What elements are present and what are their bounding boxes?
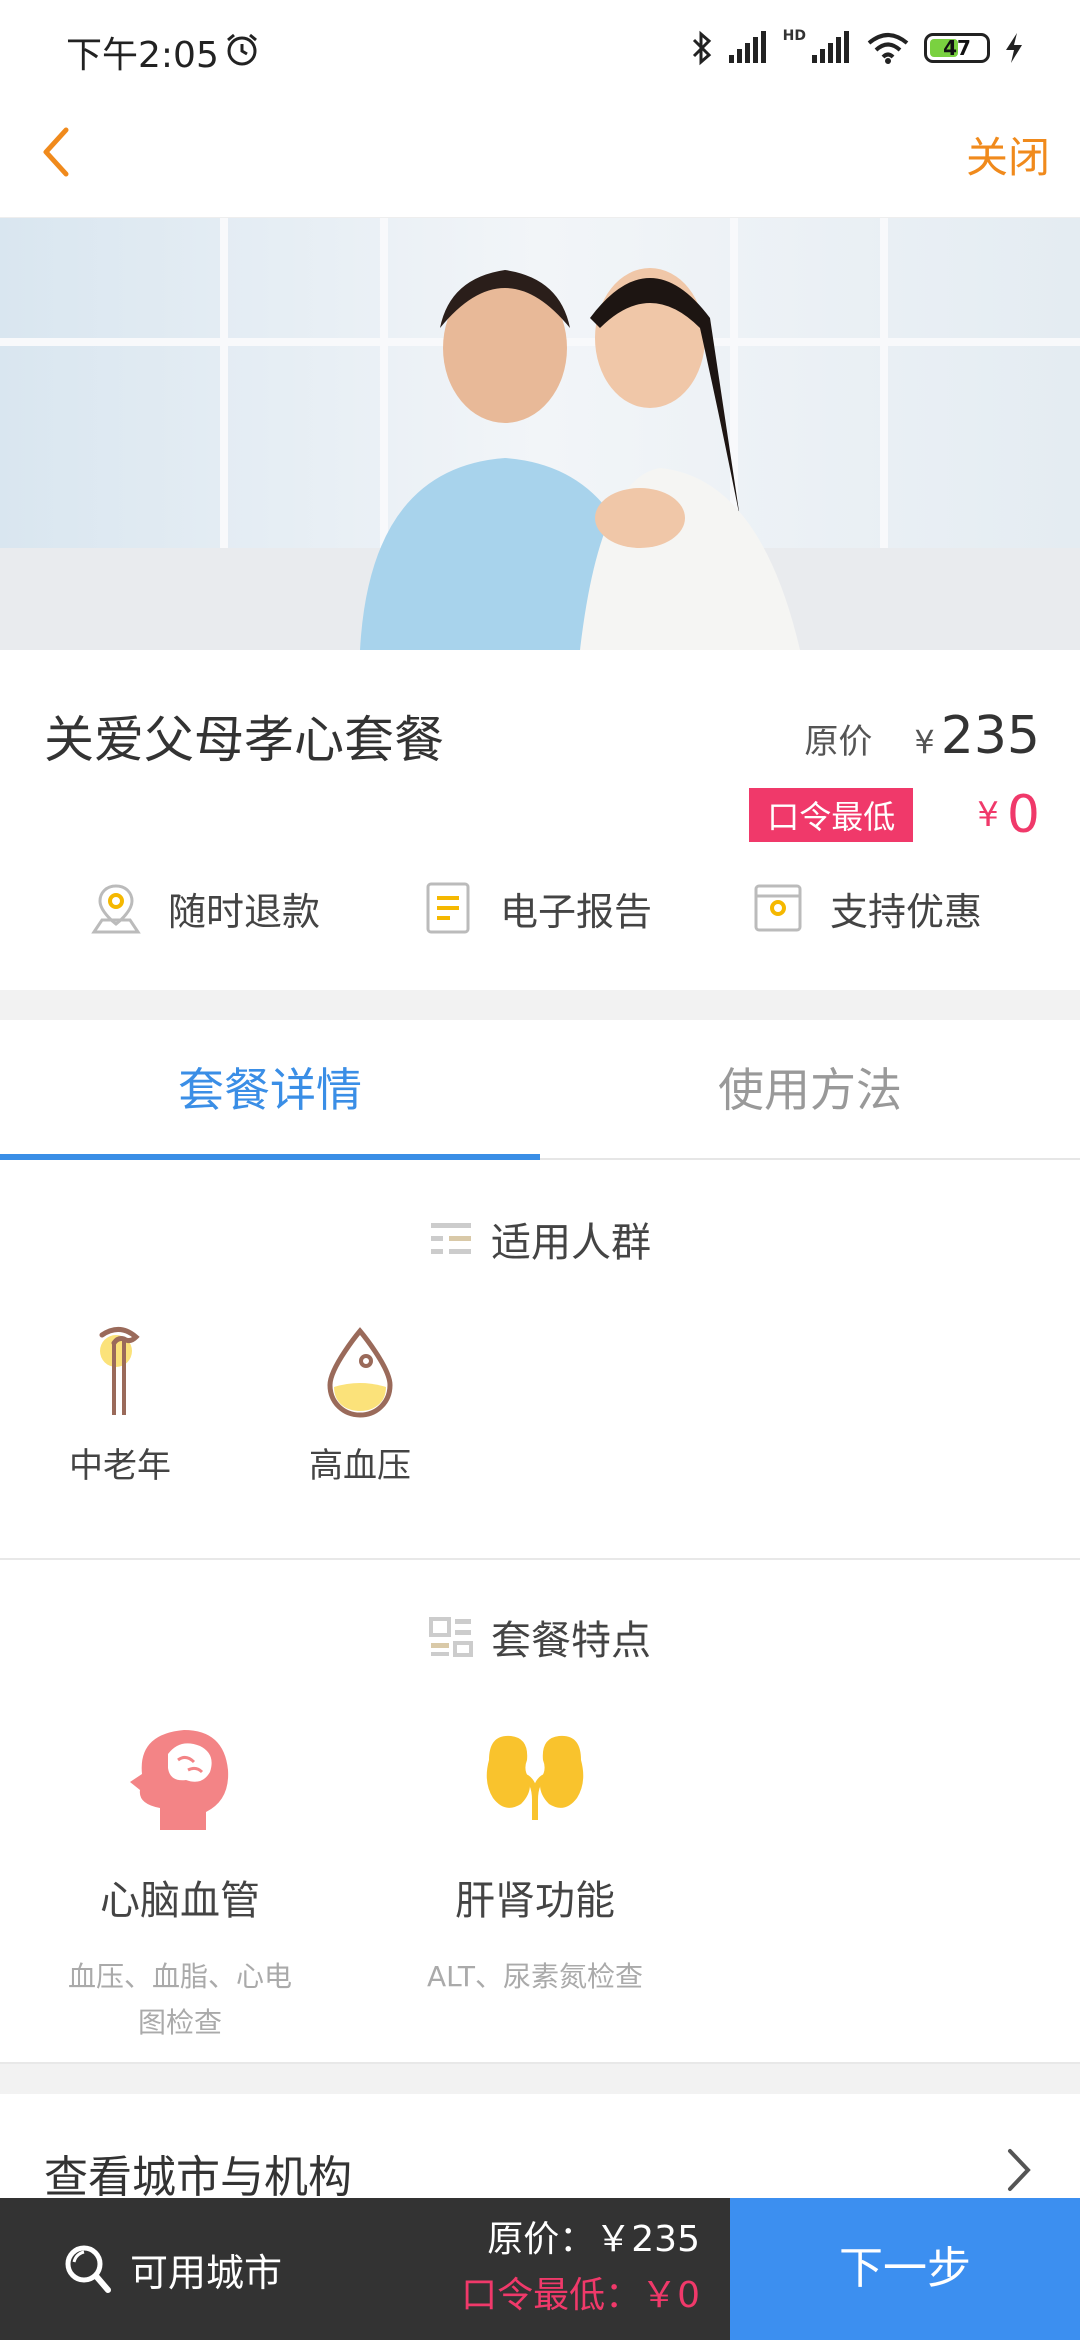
location-refund-icon xyxy=(91,884,141,934)
crowd-item-elderly: 中老年 xyxy=(40,1325,200,1487)
status-time: 下午2:05 xyxy=(66,35,219,76)
nav-bar: 关闭 xyxy=(0,96,1080,218)
bottom-promo-price: 口令最低：￥0 xyxy=(461,2275,700,2316)
battery-icon: 47 xyxy=(924,33,990,63)
banner-image xyxy=(0,218,1080,650)
head-brain-icon xyxy=(130,1730,229,1830)
trait-description: 血压、血脂、心电图检查 xyxy=(67,1960,292,2039)
feature-report: 电子报告 xyxy=(420,880,652,936)
tab-package-details[interactable]: 套餐详情 xyxy=(0,1020,540,1160)
blood-drop-icon xyxy=(327,1327,393,1418)
view-cities-label: 查看城市与机构 xyxy=(44,2152,352,2203)
crowd-label: 高血压 xyxy=(309,1446,411,1486)
back-arrow-icon[interactable] xyxy=(36,122,76,182)
search-icon xyxy=(65,2245,111,2293)
tab-active-indicator xyxy=(0,1154,540,1160)
currency-symbol: ¥ xyxy=(914,723,935,761)
section-divider xyxy=(0,990,1080,1020)
available-cities-label: 可用城市 xyxy=(130,2251,283,2295)
report-document-icon xyxy=(426,882,470,934)
crowd-section-header: 适用人群 xyxy=(0,1210,1080,1268)
signal-hd-icon xyxy=(812,31,849,63)
signal-icon xyxy=(728,31,766,63)
banner-photo-mother-daughter xyxy=(0,218,1080,650)
original-price-label: 原价 xyxy=(804,722,873,762)
trait-title: 心脑血管 xyxy=(100,1878,260,1924)
feature-label: 电子报告 xyxy=(500,889,653,934)
section-separator xyxy=(0,1558,1080,1560)
cane-icon xyxy=(99,1327,140,1415)
status-bar: 下午2:05 HD 47 xyxy=(0,0,1080,96)
list-icon xyxy=(431,1223,471,1254)
coupon-icon xyxy=(754,884,802,932)
crowd-label: 中老年 xyxy=(69,1446,171,1486)
close-button[interactable]: 关闭 xyxy=(966,124,1050,185)
status-icons: HD 47 xyxy=(691,26,1024,70)
crowd-section-title: 适用人群 xyxy=(491,1220,651,1266)
trait-item-cardio: 心脑血管 血压、血脂、心电图检查 xyxy=(30,1720,330,2046)
charging-bolt-icon xyxy=(1006,33,1022,63)
promo-currency-symbol: ¥ xyxy=(977,795,999,835)
trait-description: ALT、尿素氮检查 xyxy=(426,1960,643,1993)
original-price-value: 235 xyxy=(940,706,1040,766)
bottom-original-price: 原价：￥235 xyxy=(487,2219,700,2260)
trait-item-liver-kidney: 肝肾功能 ALT、尿素氮检查 xyxy=(385,1720,685,2000)
bottom-action-bar: 可用城市 原价：￥235 口令最低：￥0 下一步 xyxy=(0,2198,1080,2340)
bottom-info-panel: 可用城市 原价：￥235 口令最低：￥0 xyxy=(0,2198,730,2340)
kidney-icon xyxy=(486,1735,584,1820)
crowd-item-hypertension: 高血压 xyxy=(280,1325,440,1487)
feature-discount: 支持优惠 xyxy=(750,880,982,936)
next-step-button[interactable]: 下一步 xyxy=(730,2198,1080,2340)
traits-section-header: 套餐特点 xyxy=(0,1608,1080,1666)
available-cities-button[interactable]: 可用城市 xyxy=(64,2242,282,2297)
promo-price: 口令最低 ¥ 0 xyxy=(749,785,1040,845)
hd-badge: HD xyxy=(782,28,806,44)
bottom-price-summary: 原价：￥235 口令最低：￥0 xyxy=(461,2212,700,2324)
promo-price-value: 0 xyxy=(1006,785,1040,845)
wifi-icon xyxy=(867,33,909,64)
chevron-right-icon xyxy=(1008,2149,1031,2191)
original-price: 原价 ¥ 235 xyxy=(804,706,1040,766)
section-divider xyxy=(0,2064,1080,2094)
trait-title: 肝肾功能 xyxy=(455,1878,615,1924)
package-title: 关爱父母孝心套餐 xyxy=(44,711,444,769)
feature-list: 随时退款 电子报告 支持优惠 xyxy=(0,880,1080,960)
tab-usage[interactable]: 使用方法 xyxy=(540,1020,1080,1160)
battery-level: 47 xyxy=(943,36,971,60)
feature-refund: 随时退款 xyxy=(88,880,320,936)
feature-label: 随时退款 xyxy=(168,889,321,934)
traits-section-title: 套餐特点 xyxy=(491,1618,651,1664)
grid-icon xyxy=(429,1617,473,1657)
alarm-clock-icon xyxy=(227,33,257,66)
feature-label: 支持优惠 xyxy=(830,889,983,934)
tab-bar: 套餐详情 使用方法 xyxy=(0,1020,1080,1160)
promo-badge: 口令最低 xyxy=(749,788,914,842)
bluetooth-icon xyxy=(692,30,711,66)
